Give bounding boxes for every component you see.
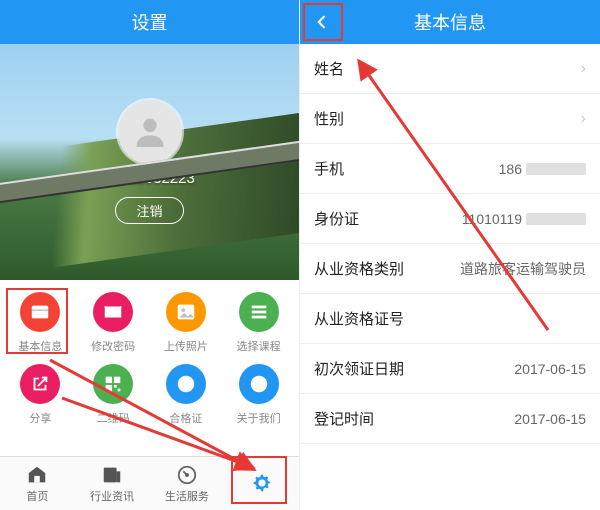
list-icon — [239, 292, 279, 332]
settings-header: 设置 — [0, 0, 299, 44]
grid-item-label: 上传照片 — [164, 338, 208, 354]
tab-label: 行业资讯 — [90, 488, 134, 504]
row-label: 初次领证日期 — [314, 358, 404, 379]
mail-icon — [93, 292, 133, 332]
row-value: 186 — [499, 161, 586, 177]
detail-row-2: 手机 186 — [300, 144, 600, 194]
tab-2[interactable]: 生活服务 — [150, 457, 225, 510]
detail-row-4: 从业资格类别 道路旅客运输驾驶员 — [300, 244, 600, 294]
row-value: 2017-06-15 — [514, 361, 586, 377]
grid-item-label: 二维码 — [97, 410, 130, 426]
row-value: 2017-06-15 — [514, 411, 586, 427]
grid-item-1[interactable]: 修改密码 — [77, 292, 150, 354]
tab-label: 生活服务 — [165, 488, 209, 504]
row-value: › — [575, 60, 586, 78]
back-button[interactable] — [300, 0, 344, 44]
grid-item-4[interactable]: 分享 — [4, 364, 77, 426]
settings-title: 设置 — [132, 9, 168, 35]
row-value: 11010119 — [462, 211, 586, 227]
detail-row-7: 登记时间 2017-06-15 — [300, 394, 600, 444]
grid-item-label: 选择课程 — [237, 338, 281, 354]
grid-item-6[interactable]: 合格证 — [150, 364, 223, 426]
row-label: 登记时间 — [314, 408, 374, 429]
avatar[interactable] — [118, 100, 182, 164]
tab-3[interactable] — [224, 457, 299, 510]
logout-button[interactable]: 注销 — [115, 197, 183, 224]
grid-item-label: 合格证 — [169, 410, 202, 426]
dash-icon — [176, 464, 198, 486]
chevron-right-icon: › — [581, 110, 586, 128]
image-icon — [166, 292, 206, 332]
share-icon — [20, 364, 60, 404]
detail-row-1[interactable]: 性别 › — [300, 94, 600, 144]
row-label: 从业资格证号 — [314, 308, 404, 329]
grid-item-label: 基本信息 — [18, 338, 62, 354]
grid-item-5[interactable]: 二维码 — [77, 364, 150, 426]
grid-item-3[interactable]: 选择课程 — [222, 292, 295, 354]
grid-item-2[interactable]: 上传照片 — [150, 292, 223, 354]
detail-row-6: 初次领证日期 2017-06-15 — [300, 344, 600, 394]
check-icon — [166, 364, 206, 404]
grid-item-label: 修改密码 — [91, 338, 135, 354]
chevron-left-icon — [314, 14, 330, 30]
row-label: 性别 — [314, 108, 344, 129]
qr-icon — [93, 364, 133, 404]
tab-1[interactable]: 行业资讯 — [75, 457, 150, 510]
detail-row-3: 身份证 11010119 — [300, 194, 600, 244]
detail-header: 基本信息 — [300, 0, 600, 44]
detail-row-0[interactable]: 姓名 › — [300, 44, 600, 94]
row-label: 身份证 — [314, 208, 359, 229]
home-icon — [26, 464, 48, 486]
avatar-icon — [130, 112, 170, 152]
news-icon — [101, 464, 123, 486]
row-label: 姓名 — [314, 58, 344, 79]
row-value: › — [575, 110, 586, 128]
profile-phone: 18611632223 — [104, 170, 195, 187]
detail-row-5: 从业资格证号 — [300, 294, 600, 344]
tab-label: 首页 — [26, 488, 48, 504]
gear-icon — [251, 472, 273, 494]
tab-0[interactable]: 首页 — [0, 457, 75, 510]
censored-value — [526, 213, 586, 225]
profile-hero: 18611632223 注销 — [0, 44, 299, 280]
grid-item-0[interactable]: 基本信息 — [4, 292, 77, 354]
chevron-right-icon: › — [581, 60, 586, 78]
censored-value — [526, 163, 586, 175]
row-label: 从业资格类别 — [314, 258, 404, 279]
info-icon — [239, 364, 279, 404]
detail-title: 基本信息 — [414, 9, 486, 35]
row-value: 道路旅客运输驾驶员 — [460, 259, 586, 279]
grid-item-label: 分享 — [29, 410, 51, 426]
grid-item-label: 关于我们 — [237, 410, 281, 426]
row-label: 手机 — [314, 158, 344, 179]
card-icon — [20, 292, 60, 332]
grid-item-7[interactable]: 关于我们 — [222, 364, 295, 426]
